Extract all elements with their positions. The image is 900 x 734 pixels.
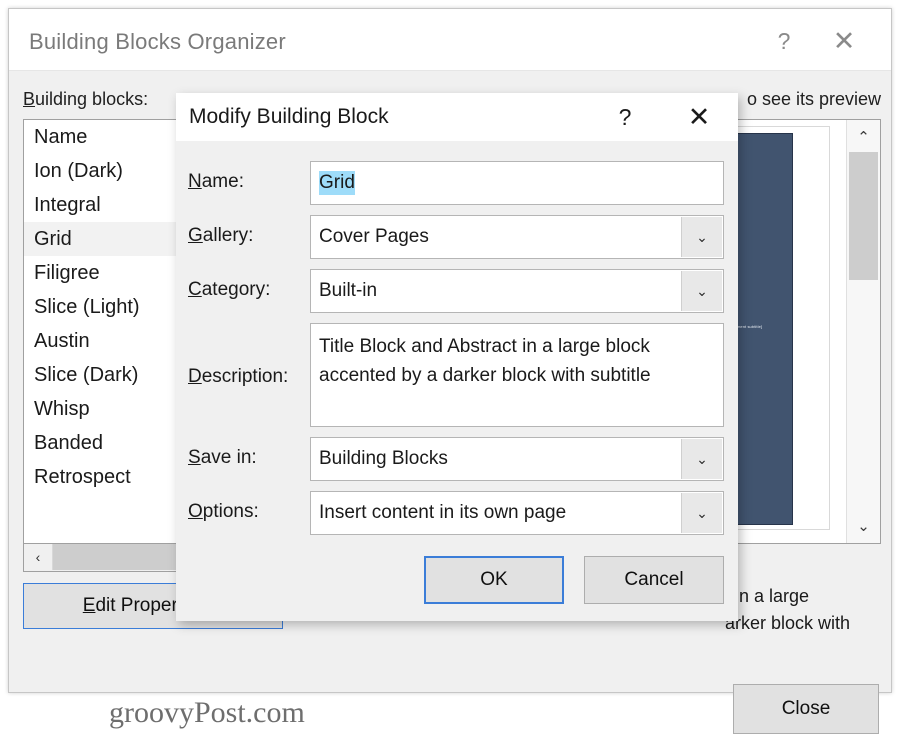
- preview-description-text: t in a large arker block with: [725, 583, 881, 637]
- preview-scrollbar-thumb[interactable]: [849, 152, 878, 280]
- preview-description-line2: arker block with: [725, 613, 851, 633]
- modal-help-icon[interactable]: ?: [608, 101, 642, 133]
- category-label-accel: C: [188, 279, 202, 300]
- category-value: Built-in: [319, 280, 378, 301]
- preview-navy-block: [Document subtitle]: [729, 133, 793, 525]
- category-label-rest: ategory:: [201, 279, 271, 300]
- chevron-down-icon[interactable]: ⌄: [847, 511, 880, 541]
- description-textarea[interactable]: Title Block and Abstract in a large bloc…: [310, 323, 724, 427]
- gallery-value: Cover Pages: [319, 226, 429, 247]
- chevron-down-icon[interactable]: ⌄: [681, 493, 722, 533]
- chevron-up-icon[interactable]: ⌃: [847, 122, 880, 152]
- category-dropdown[interactable]: Built-in ⌄: [310, 269, 724, 313]
- name-label-rest: ame:: [201, 171, 244, 192]
- name-label-accel: N: [188, 171, 202, 192]
- description-value: Title Block and Abstract in a large bloc…: [319, 336, 651, 386]
- modify-building-block-dialog: Modify Building Block ? ✕ Name: Grid Gal…: [176, 93, 738, 621]
- name-label: Name:: [188, 171, 244, 193]
- close-button[interactable]: Close: [733, 684, 879, 734]
- category-label: Category:: [188, 279, 270, 301]
- options-label-accel: O: [188, 501, 203, 522]
- description-label-rest: escription:: [201, 366, 289, 387]
- description-label-accel: D: [188, 366, 202, 387]
- gallery-dropdown[interactable]: Cover Pages ⌄: [310, 215, 724, 259]
- edit-properties-accel: E: [82, 595, 96, 616]
- preview-description-line1: t in a large: [725, 586, 810, 606]
- ok-button[interactable]: OK: [424, 556, 564, 604]
- description-label: Description:: [188, 366, 288, 388]
- save-in-value: Building Blocks: [319, 448, 448, 469]
- modal-close-icon[interactable]: ✕: [680, 101, 718, 133]
- gallery-label: Gallery:: [188, 225, 253, 247]
- preview-hint-text: o see its preview: [746, 89, 881, 109]
- chevron-down-icon[interactable]: ⌄: [681, 439, 722, 479]
- save-in-label: Save in:: [188, 447, 257, 469]
- building-blocks-organizer-window: Building Blocks Organizer ? ✕ Building b…: [8, 8, 892, 734]
- chevron-down-icon[interactable]: ⌄: [681, 271, 722, 311]
- gallery-label-rest: allery:: [202, 225, 254, 246]
- modal-title: Modify Building Block: [189, 105, 389, 128]
- options-label: Options:: [188, 501, 259, 523]
- page-title: Building Blocks Organizer: [29, 29, 286, 54]
- window-titlebar: Building Blocks Organizer ? ✕: [9, 9, 891, 71]
- chevron-down-icon[interactable]: ⌄: [681, 217, 722, 257]
- building-blocks-label-accel: B: [23, 89, 36, 109]
- save-in-label-rest: ave in:: [200, 447, 257, 468]
- help-icon[interactable]: ?: [763, 23, 805, 59]
- name-input-selected-text: Grid: [319, 171, 355, 195]
- name-input-value: Grid: [319, 171, 355, 195]
- options-dropdown[interactable]: Insert content in its own page ⌄: [310, 491, 724, 535]
- preview-page-thumbnail: [Document subtitle] ]: [729, 126, 830, 530]
- save-in-label-accel: S: [188, 447, 201, 468]
- name-input[interactable]: Grid: [310, 161, 724, 205]
- close-icon[interactable]: ✕: [823, 23, 865, 59]
- watermark: groovyPost.com: [109, 696, 305, 729]
- modal-titlebar: Modify Building Block ? ✕: [176, 93, 738, 141]
- save-in-dropdown[interactable]: Building Blocks ⌄: [310, 437, 724, 481]
- modal-content: Name: Grid Gallery: Cover Pages ⌄ Catego…: [176, 141, 738, 621]
- cancel-button[interactable]: Cancel: [584, 556, 724, 604]
- preview-subtitle-text: [Document subtitle]: [729, 324, 763, 329]
- gallery-label-accel: G: [188, 225, 203, 246]
- options-label-rest: ptions:: [202, 501, 259, 522]
- building-blocks-label-rest: uilding blocks:: [35, 89, 149, 109]
- preview-vertical-scrollbar[interactable]: ⌃ ⌄: [846, 120, 880, 543]
- building-blocks-label: Building blocks:: [23, 89, 148, 110]
- scroll-left-arrow-icon[interactable]: ‹: [24, 544, 53, 570]
- preview-panel: [Document subtitle] ] ⌃ ⌄: [729, 119, 881, 544]
- options-value: Insert content in its own page: [319, 502, 567, 523]
